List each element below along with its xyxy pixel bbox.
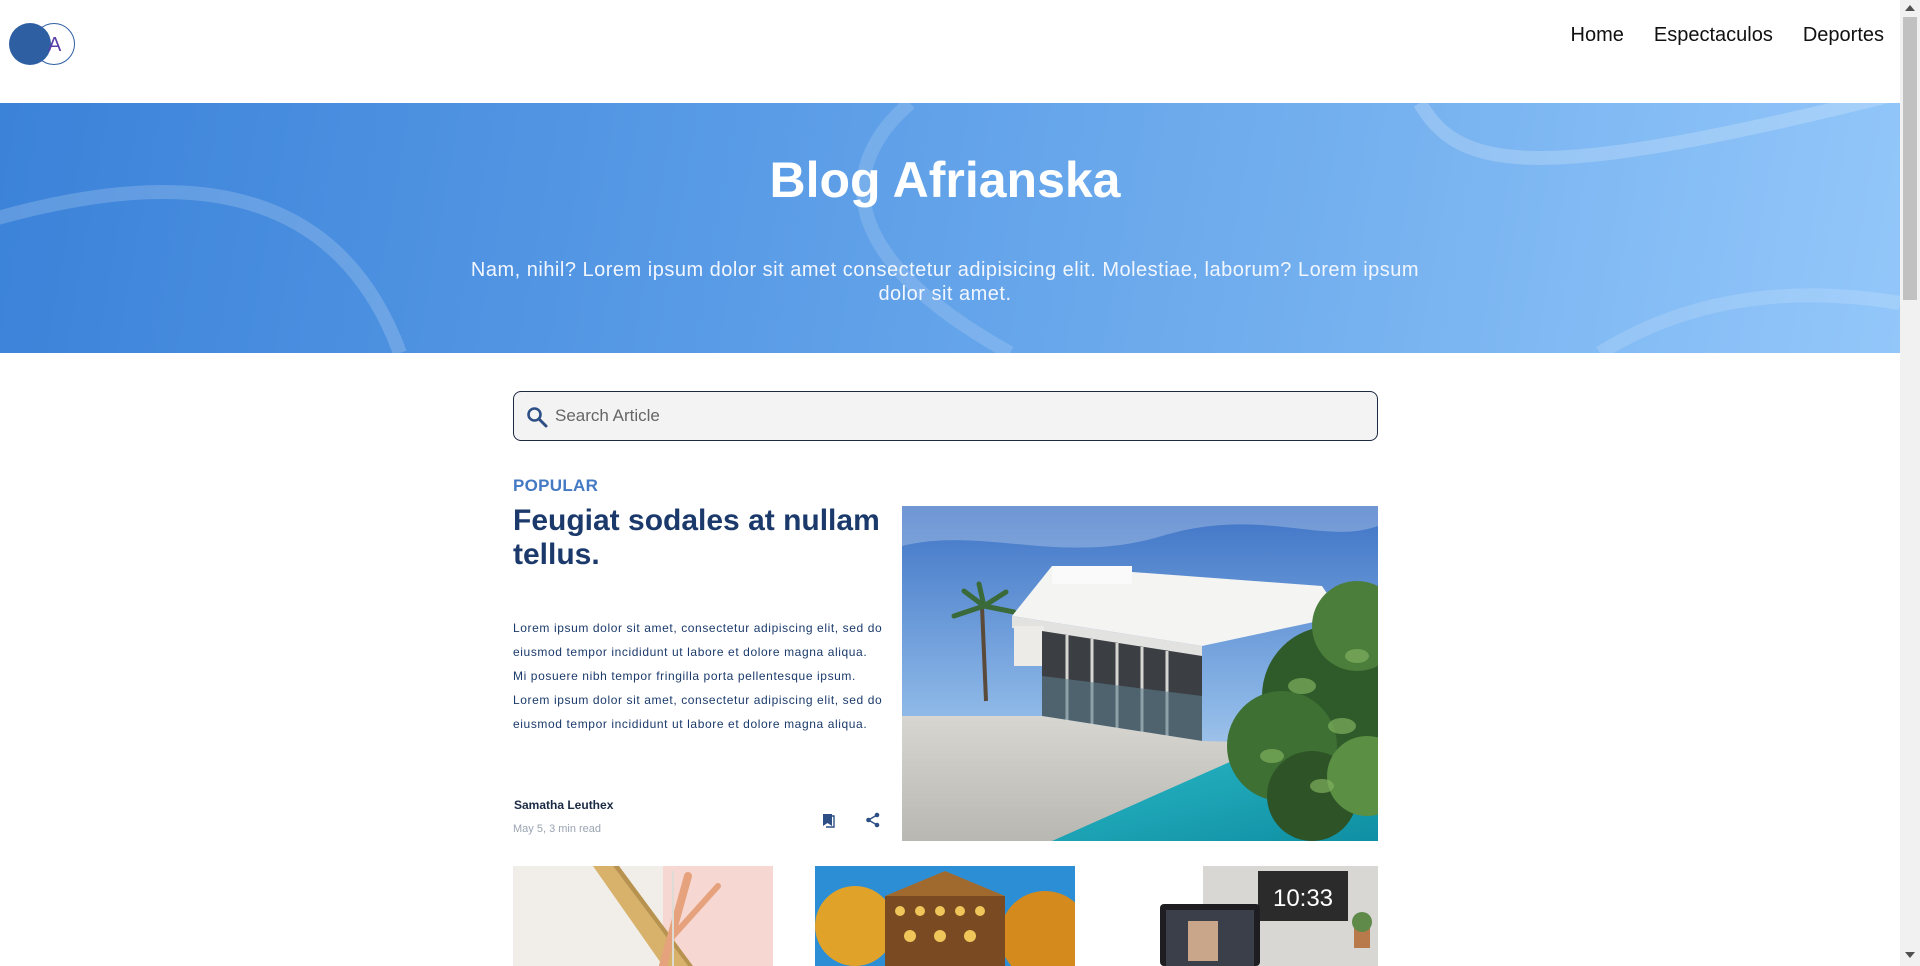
page: A Home Espectaculos Deportes Blog Afrian…: [0, 0, 1900, 966]
bookmark-icon[interactable]: [820, 811, 838, 829]
article-image[interactable]: [902, 506, 1378, 841]
hero-wave-decoration: [0, 103, 1900, 353]
hero-title: Blog Afrianska: [769, 152, 1121, 208]
article-thumbnail[interactable]: 10:33: [1118, 866, 1378, 966]
logo-letter: A: [48, 34, 62, 56]
article-meta: May 5, 3 min read: [513, 823, 602, 835]
scroll-down-arrow-icon[interactable]: [1905, 952, 1915, 958]
svg-text:10:33: 10:33: [1273, 885, 1333, 912]
article-thumbnail[interactable]: [815, 866, 1075, 966]
share-icon[interactable]: [864, 811, 882, 829]
scrollbar-thumb[interactable]: [1903, 17, 1917, 300]
search-input[interactable]: [555, 392, 1365, 439]
scroll-up-arrow-icon[interactable]: [1905, 5, 1915, 11]
main-nav: Home Espectaculos Deportes: [1571, 24, 1884, 47]
logo[interactable]: A: [9, 21, 75, 67]
article-author[interactable]: Samatha Leuthex: [514, 798, 613, 812]
article-thumbnail[interactable]: [513, 866, 773, 966]
vertical-scrollbar[interactable]: [1900, 0, 1920, 966]
hero-subtitle: Nam, nihil? Lorem ipsum dolor sit amet c…: [470, 259, 1420, 305]
nav-espectaculos-link[interactable]: Espectaculos: [1654, 24, 1773, 47]
search-bar[interactable]: [513, 391, 1378, 441]
article-title[interactable]: Feugiat sodales at nullam tellus.: [513, 504, 883, 572]
popular-tag: POPULAR: [513, 476, 599, 495]
nav-home-link[interactable]: Home: [1571, 24, 1624, 47]
hero-banner: Blog Afrianska Nam, nihil? Lorem ipsum d…: [0, 103, 1900, 353]
search-icon[interactable]: [525, 405, 549, 429]
article-excerpt: Lorem ipsum dolor sit amet, consectetur …: [513, 621, 883, 731]
nav-deportes-link[interactable]: Deportes: [1803, 24, 1884, 47]
top-bar: A Home Espectaculos Deportes: [0, 0, 1900, 103]
